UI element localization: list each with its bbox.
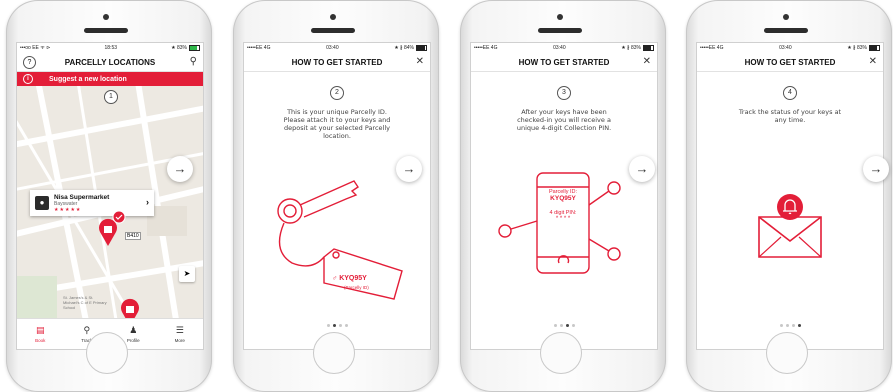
tab-more[interactable]: ☰ More [157,319,204,349]
step-number: 2 [330,86,344,100]
screen-step-4: •••••EE 4G 03:40 ★ ∦ 83% HOW TO GET STAR… [696,42,884,350]
status-bar: •••oo EE ᯤ ⊳ 18:53 ★ 83% [17,43,203,53]
parcelly-id-tag: ♂ KYQ95Y [332,275,367,282]
home-button[interactable] [313,332,355,374]
speaker [311,28,355,33]
battery-text: ★ 83% [171,45,187,51]
step-number: 1 [104,90,118,104]
battery-text: ★ ∦ 84% [394,45,414,51]
battery-icon [189,45,200,51]
speaker [84,28,128,33]
screen-locations: •••oo EE ᯤ ⊳ 18:53 ★ 83% ? PARCELLY LOCA… [16,42,204,350]
page-indicator [244,324,430,327]
front-camera [103,14,109,20]
status-bar: •••••EE 4G 03:40 ★ ∦ 83% [471,43,657,53]
road-label: B410 [125,232,141,240]
search-icon[interactable]: ⚲ [190,56,197,67]
phone-2: •••••EE 4G 03:40 ★ ∦ 84% HOW TO GET STAR… [233,0,439,392]
time: 03:40 [779,45,792,51]
info-icon: i [23,74,33,84]
next-arrow-button[interactable]: → [863,156,889,182]
pin-icon: ⚲ [83,324,91,335]
next-arrow-button[interactable]: → [396,156,422,182]
time: 18:53 [104,45,118,51]
header: HOW TO GET STARTED ✕ [471,53,657,72]
status-bar: •••••EE 4G 03:40 ★ ∦ 83% [697,43,883,53]
book-icon: ▤ [35,324,45,335]
speaker [764,28,808,33]
front-camera [783,14,789,20]
help-icon[interactable]: ? [23,56,36,69]
content: 2 This is your unique Parcelly ID. Pleas… [244,86,430,141]
chevron-right-icon: › [146,197,149,207]
step-description: This is your unique Parcelly ID. Please … [283,108,391,141]
home-button[interactable] [766,332,808,374]
parcelly-id-value: KYQ95Y [550,195,576,202]
time: 03:40 [326,45,339,51]
map-pin-icon[interactable] [119,298,141,318]
page-title: HOW TO GET STARTED [518,57,610,67]
page-title: HOW TO GET STARTED [291,57,383,67]
page-title: PARCELLY LOCATIONS [64,57,156,67]
location-rating: ★★★★★ [54,206,82,213]
home-button[interactable] [540,332,582,374]
battery-icon [643,45,654,51]
check-badge-icon [112,210,126,224]
phone-3: •••••EE 4G 03:40 ★ ∦ 83% HOW TO GET STAR… [460,0,666,392]
location-name: Nisa Supermarket [54,193,110,201]
close-icon[interactable]: ✕ [643,56,651,67]
header: ? PARCELLY LOCATIONS ⚲ [17,53,203,72]
battery-text: ★ ∦ 83% [847,45,867,51]
phone-screen-text: Parcelly ID: KYQ95Y 4 digit PIN: * * * * [537,189,589,222]
step-number: 4 [783,86,797,100]
page-title: HOW TO GET STARTED [744,57,836,67]
phone-pin-illustration [498,172,621,274]
front-camera [330,14,336,20]
header: HOW TO GET STARTED ✕ [244,53,430,72]
suggest-location-banner[interactable]: i Suggest a new location [17,72,203,86]
page-indicator [697,324,883,327]
map-poi-label: St. James's & St. Michael's C of E Prima… [63,295,107,310]
location-card[interactable]: ● Nisa Supermarket Bayswater ★★★★★ › [30,190,154,216]
step-description: Track the status of your keys at any tim… [738,108,842,125]
time: 03:40 [553,45,566,51]
step-number: 3 [557,86,571,100]
home-button[interactable] [86,332,128,374]
banner-text: Suggest a new location [49,75,127,83]
pin-value: * * * * [555,216,571,222]
next-arrow-button[interactable]: → [167,156,193,182]
close-icon[interactable]: ✕ [416,56,424,67]
profile-icon: ♟ [129,324,138,335]
store-icon: ● [35,196,49,210]
front-camera [557,14,563,20]
parcelly-id-caption: (Parcelly ID) [344,285,369,290]
phone-4: •••••EE 4G 03:40 ★ ∦ 83% HOW TO GET STAR… [686,0,892,392]
menu-icon: ☰ [175,324,184,335]
speaker [538,28,582,33]
map[interactable]: 1 ● Nisa Supermarket Bayswater ★★★★★ › B… [17,86,203,318]
header: HOW TO GET STARTED ✕ [697,53,883,72]
content: 4 Track the status of your keys at any t… [697,86,883,124]
screen-step-2: •••••EE 4G 03:40 ★ ∦ 84% HOW TO GET STAR… [243,42,431,350]
battery-text: ★ ∦ 83% [621,45,641,51]
content: 3 After your keys have been checked-in y… [471,86,657,132]
battery-icon [416,45,427,51]
carrier: •••••EE 4G [700,45,724,51]
locate-me-button[interactable]: ➤ [179,266,195,282]
close-icon[interactable]: ✕ [869,56,877,67]
phone-1: •••oo EE ᯤ ⊳ 18:53 ★ 83% ? PARCELLY LOCA… [6,0,212,392]
carrier: •••••EE 4G [474,45,498,51]
page-indicator [471,324,657,327]
status-bar: •••••EE 4G 03:40 ★ ∦ 84% [244,43,430,53]
carrier: •••••EE 4G [247,45,271,51]
screen-step-3: •••••EE 4G 03:40 ★ ∦ 83% HOW TO GET STAR… [470,42,658,350]
next-arrow-button[interactable]: → [629,156,655,182]
step-description: After your keys have been checked-in you… [516,108,612,133]
tab-book[interactable]: ▤ Book [17,319,64,349]
battery-icon [869,45,880,51]
carrier: •••oo EE ᯤ ⊳ [20,45,51,51]
envelope-bell-illustration [758,194,822,258]
